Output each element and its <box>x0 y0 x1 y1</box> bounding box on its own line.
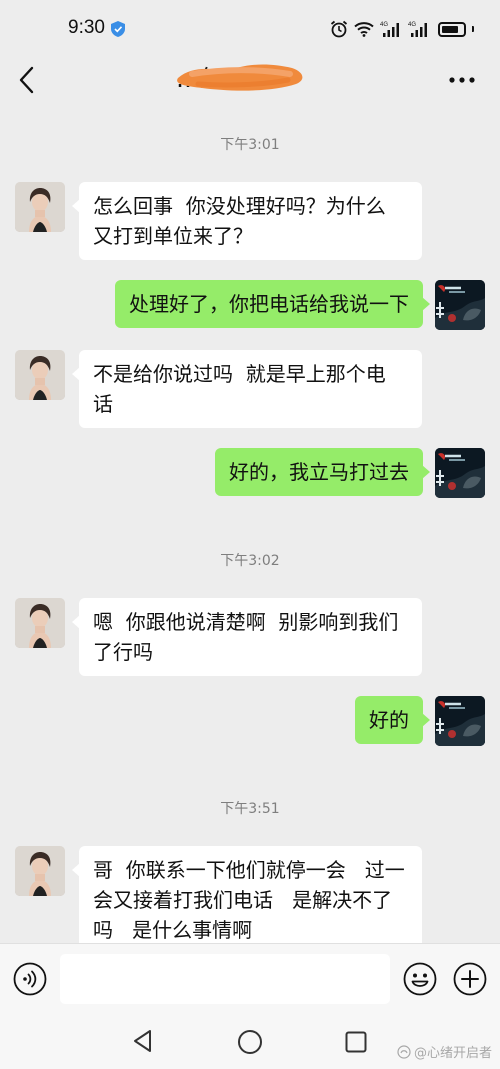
network-type-label-2: 4G <box>408 22 416 28</box>
received-message-bubble[interactable]: 不是给你说过吗 就是早上那个电话 <box>72 350 422 428</box>
contact-avatar[interactable] <box>15 182 65 232</box>
user-avatar[interactable] <box>435 696 485 746</box>
status-time: 9:30 <box>68 17 105 38</box>
network-type-label: 4G <box>380 22 388 28</box>
sent-message-bubble[interactable]: 好的，我立马打过去 <box>215 448 430 496</box>
contact-avatar[interactable] <box>15 846 65 896</box>
message-text-line: 好的，我立马打过去 <box>229 460 409 484</box>
voice-icon[interactable] <box>13 962 47 996</box>
cellular-signal-icon: 4G <box>380 22 399 37</box>
back-arrow-icon[interactable] <box>16 64 38 96</box>
message-input[interactable] <box>60 954 390 1004</box>
battery-cap <box>472 26 474 32</box>
wifi-icon <box>354 22 374 37</box>
message-text-line: 处理好了，你把电话给我说一下 <box>129 292 409 316</box>
message-text-line: 哥 你联系一下他们就停一会 过一 <box>93 858 405 882</box>
timestamp: 下午3:01 <box>220 137 280 153</box>
message-text-line: 话 <box>93 392 113 416</box>
message-text-line: 嗯 你跟他说清楚啊 别影响到我们 <box>93 610 399 634</box>
received-message-bubble[interactable]: 嗯 你跟他说清楚啊 别影响到我们 了行吗 <box>72 598 422 676</box>
cellular-signal-icon-2: 4G <box>408 22 427 37</box>
plus-icon[interactable] <box>453 962 487 996</box>
message-text-line: 不是给你说过吗 就是早上那个电 <box>93 362 386 386</box>
sent-message-bubble[interactable]: 好的 <box>355 696 430 744</box>
message-text-line: 了行吗 <box>93 640 153 664</box>
received-message-bubble[interactable]: 哥 你联系一下他们就停一会 过一 会又接着打我们电话 是解决不了吗 是什么事情啊 <box>72 846 422 943</box>
watermark: @心绪开启者 <box>397 1042 492 1061</box>
chat-title: …红 <box>176 65 224 93</box>
nav-back-icon[interactable] <box>131 1029 155 1053</box>
emoji-icon[interactable] <box>403 962 437 996</box>
sent-message-bubble[interactable]: 处理好了，你把电话给我说一下 <box>115 280 430 328</box>
more-dots-icon[interactable] <box>448 66 476 94</box>
title-bar: …红 <box>0 58 500 102</box>
battery-level <box>442 25 458 33</box>
watermark-logo-icon <box>397 1044 411 1059</box>
message-list[interactable]: 下午3:01 怎么回事 你没处理好吗？为什么 又打到单位来了？ 处理好了，你把电话给我… <box>0 102 500 943</box>
contact-avatar[interactable] <box>15 350 65 400</box>
nav-home-icon[interactable] <box>237 1029 263 1055</box>
received-message-bubble[interactable]: 怎么回事 你没处理好吗？为什么 又打到单位来了？ <box>72 182 422 260</box>
message-text-line: 会又接着打我们电话 是解决不了 <box>93 888 393 912</box>
message-text-line: 好的 <box>369 708 409 732</box>
message-text-line: 又打到单位来了？ <box>93 224 253 248</box>
timestamp: 下午3:02 <box>220 553 280 569</box>
shield-icon <box>111 21 125 37</box>
watermark-text: @心绪开启者 <box>413 1046 492 1061</box>
navigation-bar: @心绪开启者 <box>0 1011 500 1069</box>
message-text-line: 怎么回事 你没处理好吗？为什么 <box>93 194 386 218</box>
timestamp: 下午3:51 <box>220 801 280 817</box>
alarm-icon <box>330 20 348 38</box>
user-avatar[interactable] <box>435 448 485 498</box>
contact-avatar[interactable] <box>15 598 65 648</box>
input-bar <box>0 943 500 1011</box>
message-text-line: 吗 是什么事情啊 <box>93 918 253 942</box>
nav-recents-icon[interactable] <box>345 1031 367 1053</box>
status-icons: 4G 4G <box>330 17 474 41</box>
user-avatar[interactable] <box>435 280 485 330</box>
status-bar: 9:30 4G 4G <box>0 0 500 58</box>
battery-icon <box>438 21 466 37</box>
